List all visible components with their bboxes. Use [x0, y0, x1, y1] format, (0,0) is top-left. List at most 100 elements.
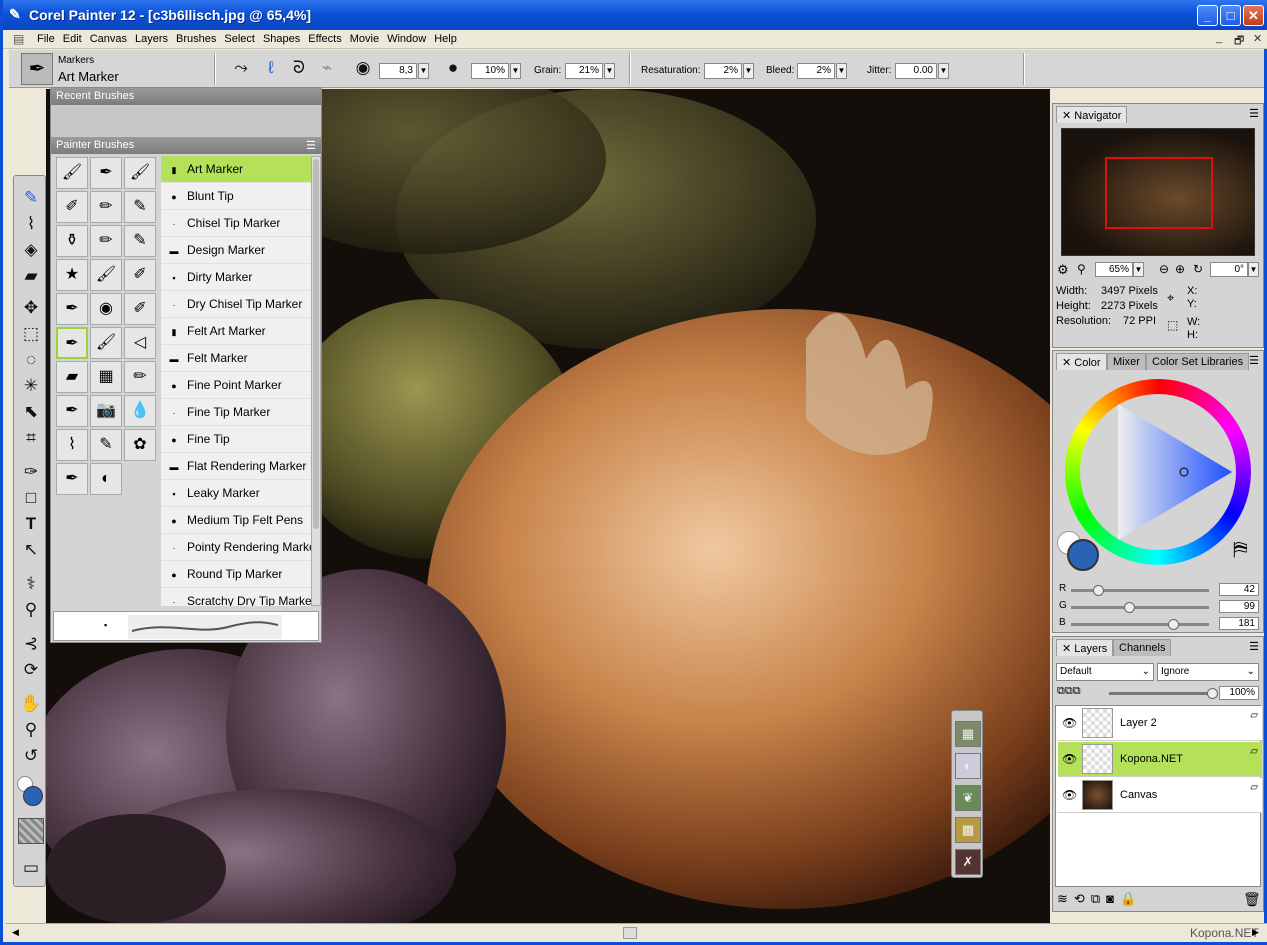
visibility-eye-icon[interactable]: 👁 — [1062, 752, 1077, 766]
straight-stroke-icon[interactable]: ᘐ — [287, 56, 311, 80]
lock-layer-icons[interactable]: ⧉⧉⧉ — [1057, 685, 1081, 698]
dodge-tool-icon[interactable]: ⊰ — [19, 632, 43, 656]
menu-effects[interactable]: Effects — [304, 30, 345, 45]
bleed-dropdown[interactable]: ▼ — [836, 63, 847, 79]
tab-layers[interactable]: ✕ Layers — [1056, 639, 1114, 656]
brush-item[interactable]: ● Fine Point Marker — [161, 372, 311, 399]
menu-select[interactable]: Select — [220, 30, 259, 45]
resaturation-field[interactable]: 2% — [704, 63, 742, 79]
color-variability-icon[interactable]: ◐ — [955, 753, 981, 779]
bleed-field[interactable]: 2% — [797, 63, 835, 79]
document-icon[interactable]: ▤ — [13, 32, 27, 46]
grain-dropdown[interactable]: ▼ — [604, 63, 615, 79]
paper-media-icon[interactable]: ▦ — [955, 721, 981, 747]
brush-variant-label[interactable]: Art Marker — [58, 69, 119, 84]
jitter-dropdown[interactable]: ▼ — [938, 63, 949, 79]
navigator-settings-icon[interactable]: ⚙ — [1057, 262, 1069, 278]
category-pattern-pens-icon[interactable]: ▦ — [90, 361, 122, 393]
menu-file[interactable]: File — [33, 30, 59, 45]
opacity-slider-knob[interactable] — [1207, 688, 1218, 699]
category-oils-icon[interactable]: 🖌 — [90, 327, 122, 359]
red-value[interactable]: 42 — [1219, 583, 1259, 596]
brush-item[interactable]: ▪ Leaky Marker — [161, 480, 311, 507]
category-pens-icon[interactable]: ✒ — [56, 395, 88, 427]
pen-tool-icon[interactable]: ✑ — [19, 460, 43, 484]
blue-slider-knob[interactable] — [1168, 619, 1179, 630]
close-button[interactable]: ✕ — [1243, 5, 1264, 26]
rect-selection-tool-icon[interactable]: ⬚ — [19, 322, 43, 346]
rotation-dropdown[interactable]: ▼ — [1248, 262, 1259, 277]
cloner-tool-icon[interactable]: ⚕ — [19, 572, 43, 596]
tab-mixer[interactable]: Mixer — [1107, 353, 1146, 370]
category-airbrushes-icon[interactable]: ✒ — [90, 157, 122, 189]
dropper-tool-icon[interactable]: ⌇ — [19, 212, 43, 236]
category-sumi-e-icon[interactable]: ✿ — [124, 429, 156, 461]
pattern-media-icon[interactable]: ❦ — [955, 785, 981, 811]
eraser-tool-icon[interactable]: ▰ — [19, 264, 43, 288]
zoom-out-icon[interactable]: ⊖ — [1159, 262, 1169, 276]
brush-item[interactable]: · Fine Tip Marker — [161, 399, 311, 426]
freehand-stroke-icon[interactable]: ℓ — [259, 56, 283, 80]
zoom-dropdown[interactable]: ▼ — [1133, 262, 1144, 277]
menu-help[interactable]: Help — [430, 30, 461, 45]
layer-adjuster-tool-icon[interactable]: ✥ — [19, 296, 43, 320]
rotate-page-tool-icon[interactable]: ↺ — [19, 744, 43, 768]
panel-menu-icon[interactable]: ☰ — [1249, 107, 1259, 120]
blue-slider-track[interactable] — [1071, 619, 1209, 630]
tab-navigator[interactable]: ✕ Navigator — [1056, 106, 1128, 123]
doc-close-button[interactable]: ✕ — [1253, 32, 1262, 45]
main-color-circle[interactable] — [1067, 539, 1099, 571]
tab-color-set-libraries[interactable]: Color Set Libraries — [1146, 353, 1250, 370]
layer-row[interactable]: 👁 Layer 2 ▱ — [1058, 706, 1262, 741]
horizontal-scrollbar[interactable]: ◀ Kopona.NET ▶ — [6, 923, 1267, 942]
jitter-field[interactable]: 0.00 — [895, 63, 937, 79]
saturation-value-triangle[interactable] — [1080, 394, 1236, 550]
brush-item[interactable]: ▬ Flat Rendering Marker — [161, 453, 311, 480]
rotate-icon[interactable]: ↻ — [1193, 262, 1203, 276]
brush-item[interactable]: ▮ Felt Art Marker — [161, 318, 311, 345]
category-image-hose-icon[interactable]: ✐ — [124, 293, 156, 325]
brush-item[interactable]: ● Round Tip Marker — [161, 561, 311, 588]
brush-item[interactable]: ▮ Art Marker — [161, 156, 311, 183]
green-slider-knob[interactable] — [1124, 602, 1135, 613]
menu-canvas[interactable]: Canvas — [86, 30, 131, 45]
category-impasto-icon[interactable]: ✐ — [124, 259, 156, 291]
category-charcoal-icon[interactable]: ✎ — [124, 191, 156, 223]
category-markers-icon[interactable]: ✒ — [56, 327, 88, 359]
lasso-tool-icon[interactable]: ◌ — [19, 348, 43, 372]
grain-field[interactable]: 21% — [565, 63, 603, 79]
layer-mask-icon[interactable]: ◙ — [1106, 891, 1120, 906]
green-slider-track[interactable] — [1071, 602, 1209, 613]
title-bar[interactable]: ✎ Corel Painter 12 - [c3b6llisch.jpg @ 6… — [3, 0, 1267, 30]
delete-layer-icon[interactable]: 🗑 — [1243, 891, 1261, 908]
category-artists-icon[interactable]: 🖌 — [124, 157, 156, 189]
red-slider-knob[interactable] — [1093, 585, 1104, 596]
magic-wand-tool-icon[interactable]: ✳ — [19, 374, 43, 398]
opacity-dropdown[interactable]: ▼ — [510, 63, 521, 79]
lock-icon[interactable]: 🔒 — [1120, 891, 1142, 906]
menu-layers[interactable]: Layers — [131, 30, 172, 45]
panel-menu-icon[interactable]: ☰ — [1249, 640, 1259, 653]
category-pastels-icon[interactable]: ▰ — [56, 361, 88, 393]
dab-type-icon[interactable]: ⌁ — [315, 56, 339, 80]
menu-window[interactable]: Window — [383, 30, 430, 45]
category-real-watercolor-icon[interactable]: 💧 — [124, 395, 156, 427]
category-colored-pencils-icon[interactable]: ✏ — [90, 225, 122, 257]
layer-opacity-value[interactable]: 100% — [1219, 686, 1259, 700]
menu-edit[interactable]: Edit — [59, 30, 86, 45]
navigator-view-rect[interactable] — [1105, 157, 1213, 229]
brush-item[interactable]: ● Blunt Tip — [161, 183, 311, 210]
text-tool-icon[interactable]: T — [19, 512, 43, 536]
maximize-button[interactable]: □ — [1220, 5, 1241, 26]
new-layer-icon[interactable]: ⧉ — [1091, 891, 1106, 906]
blend-mode-select[interactable]: Default ⌄ — [1056, 663, 1154, 681]
panel-menu-icon[interactable]: ☰ — [306, 139, 316, 152]
category-palette-knives-icon[interactable]: ◁ — [124, 327, 156, 359]
shape-selection-tool-icon[interactable]: ↖ — [19, 538, 43, 562]
category-acrylics-icon[interactable]: 🖌 — [56, 157, 88, 189]
painter-brushes-header[interactable]: Painter Brushes ☰ — [51, 137, 321, 154]
selection-adjuster-tool-icon[interactable]: ⬉ — [19, 400, 43, 424]
minimize-button[interactable]: _ — [1197, 5, 1218, 26]
scrollbar-thumb[interactable] — [623, 927, 637, 939]
green-value[interactable]: 99 — [1219, 600, 1259, 613]
